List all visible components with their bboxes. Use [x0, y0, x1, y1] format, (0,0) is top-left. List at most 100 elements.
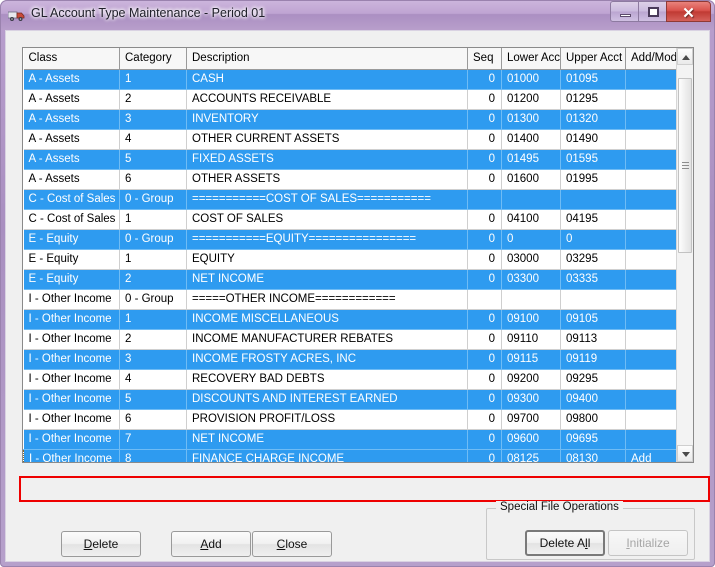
cell-seq[interactable]: 0	[467, 429, 502, 450]
cell-add-mod[interactable]	[625, 349, 679, 370]
cell-add-mod[interactable]	[625, 149, 679, 170]
cell-class[interactable]: I - Other Income	[23, 289, 120, 310]
cell-upper-acct[interactable]: 01095	[560, 69, 626, 90]
cell-upper-acct[interactable]: 0	[560, 229, 626, 250]
cell-seq[interactable]: 0	[467, 129, 502, 150]
cell-category[interactable]: 5	[119, 149, 187, 170]
account-type-grid[interactable]: Class Category Description Seq Lower Acc…	[22, 47, 694, 463]
cell-upper-acct[interactable]: 01320	[560, 109, 626, 130]
table-row[interactable]: A - Assets 3 INVENTORY 0 01300 01320	[23, 109, 679, 130]
cell-description[interactable]: ACCOUNTS RECEIVABLE	[186, 89, 468, 110]
table-row[interactable]: I - Other Income 0 - Group =====OTHER INCO…	[23, 289, 679, 310]
table-row[interactable]: I - Other Income 1 INCOME MISCELLANEOUS 0 09…	[23, 309, 679, 330]
column-header-add-mod[interactable]: Add/Mod	[625, 48, 679, 70]
cell-add-mod[interactable]	[625, 109, 679, 130]
cell-upper-acct[interactable]: 09295	[560, 369, 626, 390]
cell-class[interactable]: A - Assets	[23, 129, 120, 150]
cell-description[interactable]: NET INCOME	[186, 429, 468, 450]
cell-class[interactable]: A - Assets	[23, 109, 120, 130]
cell-description[interactable]: DISCOUNTS AND INTEREST EARNED	[186, 389, 468, 410]
cell-description[interactable]: EQUITY	[186, 249, 468, 270]
cell-category[interactable]: 3	[119, 349, 187, 370]
scroll-up-button[interactable]	[677, 48, 693, 65]
table-row[interactable]: A - Assets 1 CASH 0 01000 01095	[23, 69, 679, 90]
cell-category[interactable]: 1	[119, 309, 187, 330]
cell-description[interactable]: NET INCOME	[186, 269, 468, 290]
cell-lower-acct[interactable]: 09300	[501, 389, 561, 410]
cell-seq[interactable]: 0	[467, 309, 502, 330]
close-button[interactable]: ✕	[666, 1, 711, 22]
cell-lower-acct[interactable]: 01600	[501, 169, 561, 190]
cell-upper-acct[interactable]: 09113	[560, 329, 626, 350]
cell-category[interactable]: 7	[119, 429, 187, 450]
cell-category[interactable]: 1	[119, 69, 187, 90]
cell-seq[interactable]: 0	[467, 269, 502, 290]
cell-seq[interactable]: 0	[467, 109, 502, 130]
vertical-scrollbar[interactable]	[676, 48, 693, 462]
cell-lower-acct[interactable]: 0	[501, 229, 561, 250]
cell-class[interactable]: E - Equity	[23, 229, 120, 250]
column-header-seq[interactable]: Seq	[467, 48, 502, 70]
cell-category[interactable]: 5	[119, 389, 187, 410]
scroll-down-button[interactable]	[677, 445, 693, 462]
cell-upper-acct[interactable]: 09119	[560, 349, 626, 370]
cell-category[interactable]: 1	[119, 249, 187, 270]
cell-seq[interactable]: 0	[467, 409, 502, 430]
cell-add-mod[interactable]	[625, 189, 679, 210]
cell-add-mod[interactable]	[625, 89, 679, 110]
cell-add-mod[interactable]	[625, 429, 679, 450]
minimize-button[interactable]	[610, 1, 639, 22]
table-row[interactable]: I - Other Income 7 NET INCOME 0 09600 09695	[23, 429, 679, 450]
cell-class[interactable]: E - Equity	[23, 269, 120, 290]
table-row[interactable]: A - Assets 5 FIXED ASSETS 0 01495 01595	[23, 149, 679, 170]
table-row[interactable]: I - Other Income 6 PROVISION PROFIT/LOSS 0 0…	[23, 409, 679, 430]
cell-category[interactable]: 4	[119, 129, 187, 150]
cell-seq[interactable]: 0	[467, 329, 502, 350]
cell-lower-acct[interactable]: 09600	[501, 429, 561, 450]
delete-button[interactable]: Delete	[61, 531, 141, 557]
cell-add-mod[interactable]	[625, 249, 679, 270]
cell-description[interactable]: FIXED ASSETS	[186, 149, 468, 170]
cell-description[interactable]: OTHER ASSETS	[186, 169, 468, 190]
cell-seq[interactable]: 0	[467, 349, 502, 370]
cell-category[interactable]: 2	[119, 269, 187, 290]
column-header-category[interactable]: Category	[119, 48, 187, 70]
cell-seq[interactable]: 0	[467, 69, 502, 90]
cell-description[interactable]: CASH	[186, 69, 468, 90]
cell-category[interactable]: 8	[119, 448, 187, 462]
cell-class[interactable]: A - Assets	[23, 149, 120, 170]
cell-upper-acct[interactable]: 09400	[560, 389, 626, 410]
cell-category[interactable]: 1	[119, 209, 187, 230]
cell-lower-acct[interactable]: 09115	[501, 349, 561, 370]
cell-lower-acct[interactable]: 01200	[501, 89, 561, 110]
cell-class[interactable]: I - Other Income	[23, 389, 120, 410]
column-header-class[interactable]: Class	[23, 48, 120, 70]
cell-upper-acct[interactable]: 03335	[560, 269, 626, 290]
cell-seq[interactable]: 0	[467, 249, 502, 270]
cell-class[interactable]: I - Other Income	[23, 429, 120, 450]
cell-upper-acct[interactable]: 09800	[560, 409, 626, 430]
cell-lower-acct[interactable]: 01400	[501, 129, 561, 150]
close-dialog-button[interactable]: Close	[252, 531, 332, 557]
column-header-description[interactable]: Description	[186, 48, 468, 70]
cell-class[interactable]: I - Other Income	[23, 448, 120, 462]
cell-lower-acct[interactable]: 03300	[501, 269, 561, 290]
cell-add-mod[interactable]	[625, 169, 679, 190]
cell-class[interactable]: I - Other Income	[23, 349, 120, 370]
cell-upper-acct[interactable]: 09105	[560, 309, 626, 330]
cell-seq[interactable]: 0	[467, 389, 502, 410]
cell-class[interactable]: I - Other Income	[23, 409, 120, 430]
scrollbar-thumb[interactable]	[678, 78, 692, 253]
cell-seq[interactable]: 0	[467, 369, 502, 390]
cell-category[interactable]: 6	[119, 409, 187, 430]
cell-description[interactable]: INCOME MANUFACTURER REBATES	[186, 329, 468, 350]
cell-lower-acct[interactable]: 04100	[501, 209, 561, 230]
cell-class[interactable]: A - Assets	[23, 89, 120, 110]
table-row[interactable]: A - Assets 4 OTHER CURRENT ASSETS 0 01400 014…	[23, 129, 679, 150]
cell-lower-acct[interactable]: 01300	[501, 109, 561, 130]
add-button[interactable]: Add	[171, 531, 251, 557]
table-row[interactable]: E - Equity 2 NET INCOME 0 03300 03335	[23, 269, 679, 290]
cell-class[interactable]: E - Equity	[23, 249, 120, 270]
table-row[interactable]: I - Other Income 8 FINANCE CHARGE INCOME 0 0…	[23, 448, 679, 462]
cell-upper-acct[interactable]: 01490	[560, 129, 626, 150]
